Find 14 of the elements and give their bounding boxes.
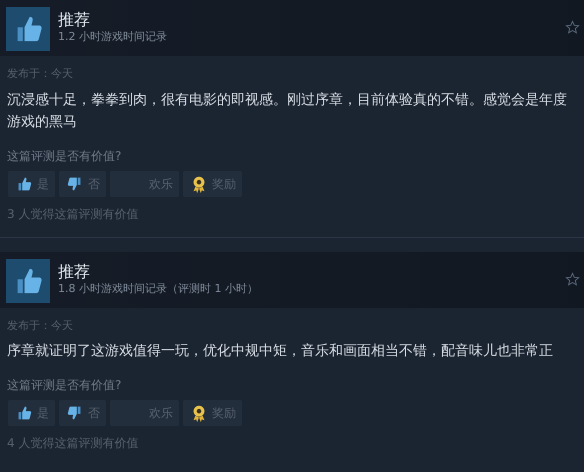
helpful-question: 这篇评测是否有价值?	[7, 377, 122, 394]
review-text: 沉浸感十足，拳拳到肉，很有电影的即视感。刚过序章，目前体验真的不错。感觉会是年度游戏的黑马	[7, 90, 568, 132]
star-icon[interactable]	[565, 272, 580, 286]
posted-date: 发布于：今天	[7, 66, 74, 82]
helpful-count: 3 人觉得这篇评测有价值	[7, 206, 140, 222]
review-text: 序章就证明了这游戏值得一玩，优化中规中矩，音乐和画面相当不错，配音味儿也非常正	[7, 342, 554, 361]
playtime-text: 1.2 小时游戏时间记录	[58, 30, 167, 44]
star-icon[interactable]	[565, 20, 580, 35]
verdict-title: 推荐	[58, 262, 91, 282]
playtime-text: 1.8 小时游戏时间记录（评测时 1 小时）	[58, 282, 258, 296]
verdict-title: 推荐	[58, 10, 91, 30]
posted-date: 发布于：今天	[7, 318, 74, 334]
helpful-count: 4 人觉得这篇评测有价值	[7, 435, 140, 452]
helpful-question: 这篇评测是否有价值?	[7, 148, 122, 164]
